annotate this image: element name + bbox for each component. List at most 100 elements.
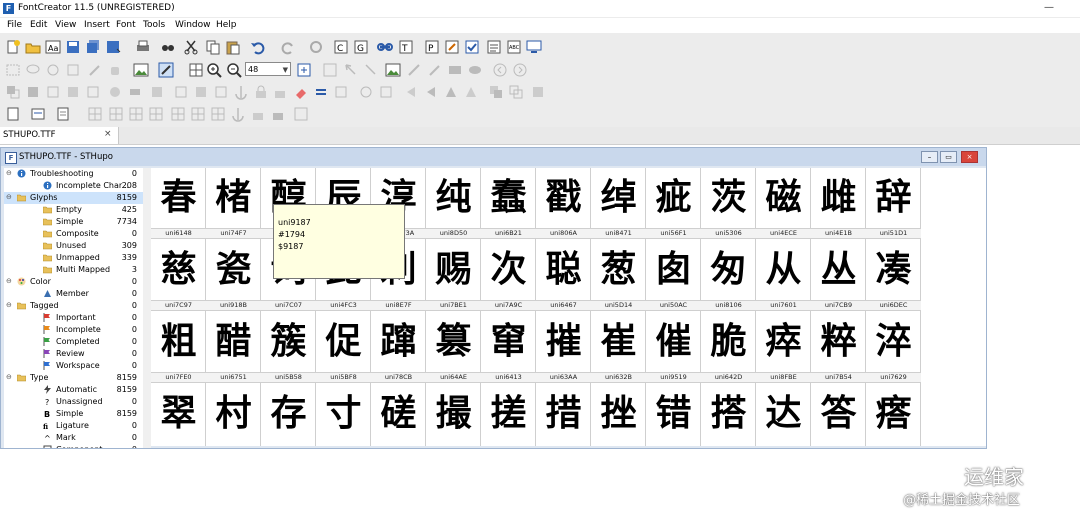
unlock-icon[interactable]	[272, 84, 288, 100]
glyph-cell[interactable]: 疵 uni56F1	[646, 168, 701, 240]
tree-item[interactable]: ⊖ Type 8159	[4, 372, 143, 384]
glyph-cell[interactable]: 粹 uni7B54	[811, 312, 866, 384]
transform-4-icon[interactable]	[65, 84, 81, 100]
properties-icon[interactable]: P	[424, 39, 440, 55]
layout-1-icon[interactable]	[87, 106, 103, 122]
arrow-tool-2-icon[interactable]	[363, 62, 379, 78]
transform-11-icon[interactable]	[213, 84, 229, 100]
metrics-1-icon[interactable]	[358, 84, 374, 100]
link-icon[interactable]	[377, 39, 393, 55]
find-icon[interactable]	[160, 39, 176, 55]
fit-page-icon[interactable]	[322, 62, 338, 78]
tree-item[interactable]: Composite 0	[4, 228, 143, 240]
glyph-cell[interactable]: 雌 uni4E1B	[811, 168, 866, 240]
edit-properties-icon[interactable]	[444, 39, 460, 55]
font-preview-icon[interactable]: Aa	[45, 39, 61, 55]
expand-collapse-icon[interactable]: ⊖	[6, 373, 12, 381]
menu-tools[interactable]: Tools	[143, 20, 165, 30]
anchor-2-icon[interactable]	[230, 106, 246, 122]
align-2-icon[interactable]	[443, 84, 459, 100]
glyph-cell[interactable]: 春 uni6148	[151, 168, 206, 240]
glyph-cell[interactable]: 窜 uni6413	[481, 312, 536, 384]
overview-icon[interactable]	[486, 39, 502, 55]
tree-item[interactable]: ⊖ Troubleshooting 0	[4, 168, 143, 180]
align-1-icon[interactable]	[423, 84, 439, 100]
glyph-cell[interactable]: 粗 uni7FE0	[151, 312, 206, 384]
tree-item[interactable]: ? Unassigned 0	[4, 396, 143, 408]
tree-item[interactable]: Completed 0	[4, 336, 143, 348]
minimize-button[interactable]: —	[1044, 2, 1054, 13]
glyph-cell[interactable]: 瓷 uni918B	[206, 240, 261, 312]
new-file-icon[interactable]	[5, 39, 21, 55]
contour-tool-icon[interactable]	[65, 62, 81, 78]
nav-forward-icon[interactable]	[512, 62, 528, 78]
window-maximize-button[interactable]: ▭	[940, 151, 957, 163]
tree-item[interactable]: ⊖ Color 0	[4, 276, 143, 288]
group-icon[interactable]	[488, 84, 504, 100]
tree-item[interactable]: Workspace 0	[4, 360, 143, 372]
refresh-icon[interactable]	[308, 39, 324, 55]
glyph-cell[interactable]: 蠢 uni6B21	[481, 168, 536, 240]
glyph-cell[interactable]: 匆 uni8106	[701, 240, 756, 312]
transform-1-icon[interactable]	[5, 84, 21, 100]
glyph-cell[interactable]: 簇 uni5B58	[261, 312, 316, 384]
anchor-icon[interactable]	[233, 84, 249, 100]
glyph-cell[interactable]: 纯 uni8D50	[426, 168, 481, 240]
insert-glyph-icon[interactable]: G	[353, 39, 369, 55]
transform-9-icon[interactable]	[173, 84, 189, 100]
ungroup-icon[interactable]	[508, 84, 524, 100]
glyph-cell[interactable]: 聪 uni6467	[536, 240, 591, 312]
transform-6-icon[interactable]	[107, 84, 123, 100]
tree-item[interactable]: ^ Mark 0	[4, 432, 143, 444]
layout-7-icon[interactable]	[210, 106, 226, 122]
transform-8-icon[interactable]	[149, 84, 165, 100]
layout-6-icon[interactable]	[190, 106, 206, 122]
monitor-icon[interactable]	[526, 39, 542, 55]
glyph-cell[interactable]: 存	[261, 384, 316, 446]
rectangle-icon[interactable]	[447, 62, 463, 78]
zoom-fit-icon[interactable]	[296, 62, 312, 78]
tab-sthupo[interactable]: STHUPO.TTF ×	[0, 127, 119, 144]
copy-2-icon[interactable]	[333, 84, 349, 100]
tree-item[interactable]: Automatic 8159	[4, 384, 143, 396]
lasso-tool-icon[interactable]	[25, 62, 41, 78]
menu-font[interactable]: Font	[116, 20, 136, 30]
knife-icon[interactable]	[406, 62, 422, 78]
layout-4-icon[interactable]	[148, 106, 164, 122]
glyph-cell[interactable]: 茨 uni5306	[701, 168, 756, 240]
zoom-combo[interactable]: 48 ▼	[245, 62, 291, 76]
glyph-cell[interactable]: 村	[206, 384, 261, 446]
menu-insert[interactable]: Insert	[84, 20, 110, 30]
transform-3-icon[interactable]	[45, 84, 61, 100]
unlock-2-icon[interactable]	[270, 106, 286, 122]
glyph-cell[interactable]: 瘩	[866, 384, 921, 446]
expand-collapse-icon[interactable]: ⊖	[6, 169, 12, 177]
menu-edit[interactable]: Edit	[30, 20, 47, 30]
category-tree[interactable]: ⊖ Troubleshooting 0 Incomplete Char... 208 ⊖ G…	[4, 168, 143, 448]
tree-item[interactable]: Unused 309	[4, 240, 143, 252]
menu-file[interactable]: File	[7, 20, 22, 30]
glyph-cell[interactable]: 错	[646, 384, 701, 446]
glyph-cell[interactable]: 凑 uni6DEC	[866, 240, 921, 312]
save-all-icon[interactable]	[85, 39, 101, 55]
insert-character-icon[interactable]: C	[333, 39, 349, 55]
glyph-cell[interactable]: 措	[536, 384, 591, 446]
eraser-icon[interactable]	[293, 84, 309, 100]
view-options-icon[interactable]	[30, 106, 46, 122]
ellipse-icon[interactable]	[467, 62, 483, 78]
layout-5-icon[interactable]	[170, 106, 186, 122]
paste-icon[interactable]	[225, 39, 241, 55]
pencil-icon[interactable]	[158, 62, 174, 78]
copy-icon[interactable]	[205, 39, 221, 55]
tree-item[interactable]: Review 0	[4, 348, 143, 360]
glyph-cell[interactable]: 从 uni7601	[756, 240, 811, 312]
swap-icon[interactable]	[313, 84, 329, 100]
window-close-button[interactable]: ×	[961, 151, 978, 163]
tree-item[interactable]: ⊖ Glyphs 8159	[4, 192, 143, 204]
save-as-icon[interactable]	[105, 39, 121, 55]
new-glyph-icon[interactable]	[5, 106, 21, 122]
tree-item[interactable]: B Simple 8159	[4, 408, 143, 420]
nav-back-icon[interactable]	[492, 62, 508, 78]
grid-toggle-icon[interactable]	[188, 62, 204, 78]
print-icon[interactable]	[135, 39, 151, 55]
